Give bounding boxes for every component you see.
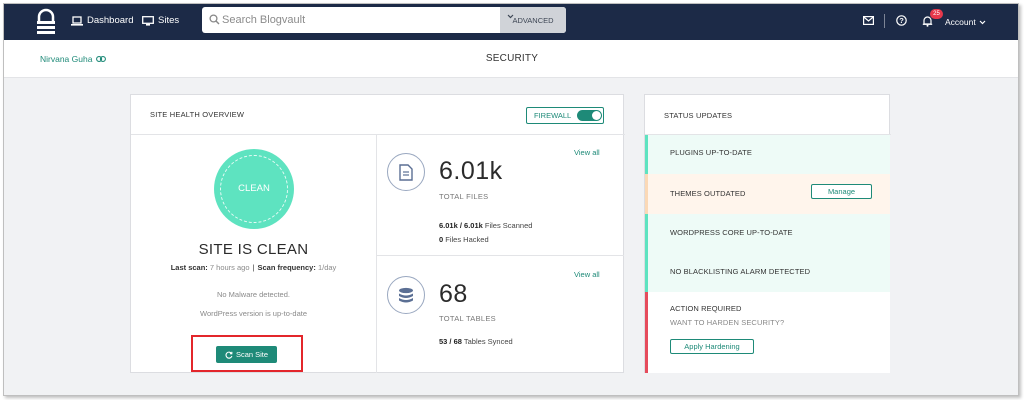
- page-header: Nirvana Guha SECURITY: [4, 40, 1018, 78]
- themes-status-text: THEMES OUTDATED: [670, 189, 746, 198]
- laptop-icon: [71, 15, 83, 26]
- nav-dashboard-label: Dashboard: [87, 15, 134, 26]
- blogvault-logo[interactable]: [35, 8, 57, 36]
- tables-icon-circle: [387, 276, 425, 314]
- help-icon[interactable]: ?: [896, 15, 907, 26]
- tables-view-all-link[interactable]: View all: [574, 270, 600, 279]
- divider: [377, 255, 624, 256]
- scan-frequency-label: Scan frequency:: [257, 263, 316, 272]
- tables-synced-line: 53 / 68 Tables Synced: [439, 337, 513, 346]
- account-label: Account: [945, 17, 976, 27]
- advanced-label: ADVANCED: [512, 15, 554, 25]
- manage-themes-button[interactable]: Manage: [811, 184, 872, 199]
- total-tables-value: 68: [439, 280, 468, 308]
- total-files-value: 6.01k: [439, 157, 503, 185]
- files-hacked-line: 0 Files Hacked: [439, 235, 489, 244]
- divider: [131, 134, 625, 135]
- status-row-themes: THEMES OUTDATED Manage: [645, 174, 890, 214]
- file-icon: [399, 163, 413, 181]
- scan-info: Last scan: 7 hours ago | Scan frequency: 1…: [131, 263, 376, 272]
- nav-dashboard[interactable]: Dashboard: [71, 15, 133, 26]
- files-scanned-line: 6.01k / 6.01k Files Scanned: [439, 221, 532, 230]
- tables-synced-text: Tables Synced: [463, 337, 513, 346]
- blacklist-status-text: NO BLACKLISTING ALARM DETECTED: [670, 267, 811, 276]
- search-input[interactable]: [222, 7, 497, 33]
- refresh-icon: [225, 351, 233, 359]
- monitor-icon: [142, 15, 154, 26]
- nav-sites-label: Sites: [158, 15, 180, 26]
- status-updates-title: STATUS UPDATES: [664, 111, 733, 120]
- svg-text:?: ?: [899, 16, 904, 25]
- status-updates-card: STATUS UPDATES PLUGINS UP-TO-DATE THEMES…: [644, 94, 891, 373]
- harden-question-text: WANT TO HARDEN SECURITY?: [670, 318, 785, 327]
- last-scan-value: 7 hours ago: [209, 263, 250, 272]
- separator: |: [252, 263, 255, 272]
- site-health-title: SITE HEALTH OVERVIEW: [150, 110, 245, 119]
- database-icon: [399, 287, 413, 302]
- clean-status-label: CLEAN: [238, 183, 270, 194]
- mail-icon[interactable]: [863, 16, 874, 25]
- site-status-heading: SITE IS CLEAN: [198, 241, 309, 258]
- wp-version-text: WordPress version is up-to-date: [200, 309, 307, 318]
- status-row-plugins: PLUGINS UP-TO-DATE: [645, 135, 890, 174]
- apply-hardening-button[interactable]: Apply Hardening: [670, 339, 754, 354]
- files-scanned-value: 6.01k / 6.01k: [439, 221, 483, 230]
- tables-synced-value: 53 / 68: [439, 337, 462, 346]
- scan-site-label: Scan Site: [235, 350, 269, 359]
- nav-divider: [884, 14, 885, 28]
- search-box: ADVANCED: [202, 7, 566, 33]
- chevron-down-icon: [979, 20, 986, 24]
- account-menu[interactable]: Account: [945, 17, 986, 27]
- action-required-text: ACTION REQUIRED: [670, 304, 742, 313]
- notification-badge: 25: [930, 9, 943, 19]
- scan-frequency-value: 1/day: [317, 263, 337, 272]
- files-scanned-text: Files Scanned: [484, 221, 533, 230]
- clean-status-circle: CLEAN: [214, 149, 294, 229]
- total-files-label: TOTAL FILES: [439, 192, 489, 201]
- status-row-core: WORDPRESS CORE UP-TO-DATE NO BLACKLISTIN…: [645, 214, 890, 292]
- total-tables-label: TOTAL TABLES: [439, 314, 496, 323]
- top-navbar: Dashboard Sites ADVANCED ? 25 Account: [4, 4, 1018, 40]
- plugins-status-text: PLUGINS UP-TO-DATE: [670, 148, 752, 157]
- page-title: SECURITY: [485, 53, 539, 64]
- divider: [376, 135, 377, 373]
- status-row-action-required: ACTION REQUIRED WANT TO HARDEN SECURITY?…: [645, 292, 890, 373]
- scan-site-button[interactable]: Scan Site: [216, 346, 277, 363]
- files-icon-circle: [387, 153, 425, 191]
- app-window: Dashboard Sites ADVANCED ? 25 Account Ni…: [3, 3, 1019, 396]
- nav-sites[interactable]: Sites: [142, 15, 179, 26]
- search-icon: [209, 14, 220, 25]
- core-status-text: WORDPRESS CORE UP-TO-DATE: [670, 228, 793, 237]
- files-view-all-link[interactable]: View all: [574, 148, 600, 157]
- firewall-switch[interactable]: [577, 110, 603, 121]
- advanced-search-button[interactable]: ADVANCED: [500, 7, 566, 33]
- files-hacked-value: 0: [439, 235, 444, 244]
- firewall-toggle[interactable]: FIREWALL: [526, 107, 604, 124]
- last-scan-label: Last scan:: [170, 263, 208, 272]
- firewall-label: FIREWALL: [534, 111, 572, 120]
- site-health-card: SITE HEALTH OVERVIEW FIREWALL CLEAN SITE…: [130, 94, 625, 373]
- chevron-down-icon: [507, 14, 514, 19]
- malware-status-text: No Malware detected.: [217, 290, 290, 299]
- files-hacked-text: Files Hacked: [445, 235, 489, 244]
